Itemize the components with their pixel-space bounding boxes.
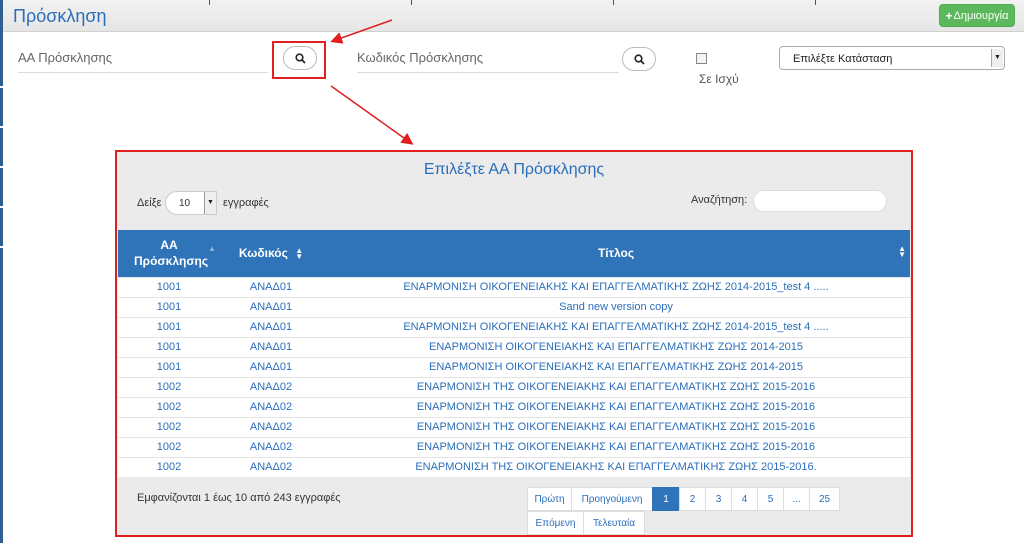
table-row[interactable]: 1001 ΑΝΑΔ01 Sand new version copy bbox=[118, 296, 910, 317]
pager-page[interactable]: 4 bbox=[731, 487, 758, 511]
table-row[interactable]: 1001 ΑΝΑΔ01 ΕΝΑΡΜΟΝΙΣΗ ΟΙΚΟΓΕΝΕΙΑΚΗΣ ΚΑΙ… bbox=[118, 276, 910, 297]
strip-mark bbox=[0, 126, 3, 128]
table-row[interactable]: 1002 ΑΝΑΔ02 ΕΝΑΡΜΟΝΙΣΗ ΤΗΣ ΟΙΚΟΓΕΝΕΙΑΚΗΣ… bbox=[118, 456, 910, 477]
pager-page[interactable]: 5 bbox=[757, 487, 784, 511]
cell-aa: 1001 bbox=[118, 316, 220, 337]
page-length-select[interactable]: 10 ▼ bbox=[165, 191, 217, 215]
pager-next[interactable]: Επόμενη bbox=[527, 511, 584, 535]
cell-title: ΕΝΑΡΜΟΝΙΣΗ ΤΗΣ ΟΙΚΟΓΕΝΕΙΑΚΗΣ ΚΑΙ ΕΠΑΓΓΕΛ… bbox=[322, 376, 910, 397]
cell-code: ΑΝΑΔ01 bbox=[220, 276, 322, 297]
table-row[interactable]: 1002 ΑΝΑΔ02 ΕΝΑΡΜΟΝΙΣΗ ΤΗΣ ΟΙΚΟΓΕΝΕΙΑΚΗΣ… bbox=[118, 436, 910, 457]
cell-code: ΑΝΑΔ01 bbox=[220, 356, 322, 377]
left-edge-strip bbox=[0, 0, 3, 543]
cell-code: ΑΝΑΔ02 bbox=[220, 456, 322, 477]
cell-title: Sand new version copy bbox=[322, 296, 910, 317]
table-search-label: Αναζήτηση: bbox=[691, 194, 748, 206]
cell-aa: 1001 bbox=[118, 336, 220, 357]
strip-mark bbox=[0, 86, 3, 88]
cell-title: ΕΝΑΡΜΟΝΙΣΗ ΤΗΣ ΟΙΚΟΓΕΝΕΙΑΚΗΣ ΚΑΙ ΕΠΑΓΓΕΛ… bbox=[322, 456, 910, 477]
table-row[interactable]: 1001 ΑΝΑΔ01 ΕΝΑΡΜΟΝΙΣΗ ΟΙΚΟΓΕΝΕΙΑΚΗΣ ΚΑΙ… bbox=[118, 336, 910, 357]
cell-code: ΑΝΑΔ02 bbox=[220, 416, 322, 437]
column-header-title[interactable]: Τίτλος ▲ ▼ bbox=[322, 230, 910, 277]
page-title: Πρόσκληση bbox=[13, 6, 107, 26]
show-label: Δείξε bbox=[137, 197, 162, 209]
table-row[interactable]: 1001 ΑΝΑΔ01 ΕΝΑΡΜΟΝΙΣΗ ΟΙΚΟΓΕΝΕΙΑΚΗΣ ΚΑΙ… bbox=[118, 316, 910, 337]
cell-code: ΑΝΑΔ01 bbox=[220, 316, 322, 337]
sort-icon: ▲ ▼ bbox=[898, 244, 906, 259]
table-row[interactable]: 1002 ΑΝΑΔ02 ΕΝΑΡΜΟΝΙΣΗ ΤΗΣ ΟΙΚΟΓΕΝΕΙΑΚΗΣ… bbox=[118, 396, 910, 417]
cell-code: ΑΝΑΔ01 bbox=[220, 296, 322, 317]
chevron-down-icon[interactable]: ▼ bbox=[204, 192, 216, 214]
status-select[interactable]: Επιλέξτε Κατάσταση ▼ bbox=[779, 46, 1005, 70]
cell-title: ΕΝΑΡΜΟΝΙΣΗ ΟΙΚΟΓΕΝΕΙΑΚΗΣ ΚΑΙ ΕΠΑΓΓΕΛΜΑΤΙ… bbox=[322, 316, 910, 337]
table-info: Εμφανίζονται 1 έως 10 από 243 εγγραφές bbox=[137, 492, 341, 504]
cell-aa: 1002 bbox=[118, 416, 220, 437]
chevron-down-icon[interactable]: ▼ bbox=[991, 49, 1003, 67]
modal-title: Επιλέξτε ΑΑ Πρόσκλησης bbox=[423, 161, 605, 178]
cell-code: ΑΝΑΔ02 bbox=[220, 376, 322, 397]
column-header-aa[interactable]: ΑΑ Πρόσκλησης ▲ bbox=[118, 230, 220, 277]
pager-page[interactable]: 1 bbox=[652, 487, 680, 511]
status-select-value: Επιλέξτε Κατάσταση bbox=[793, 53, 893, 65]
pager-page[interactable]: 25 bbox=[809, 487, 840, 511]
search-icon bbox=[633, 53, 645, 65]
cell-aa: 1002 bbox=[118, 436, 220, 457]
in-force-label: Σε Ισχύ bbox=[699, 72, 739, 86]
column-header-code-label: Κωδικός bbox=[238, 246, 288, 261]
highlight-box-search bbox=[272, 41, 326, 79]
cell-aa: 1002 bbox=[118, 456, 220, 477]
column-header-code[interactable]: Κωδικός ▲ ▼ bbox=[220, 230, 322, 277]
pager-ellipsis: ... bbox=[783, 487, 810, 511]
aa-field-label: ΑΑ Πρόσκλησης bbox=[18, 50, 113, 65]
cell-title: ΕΝΑΡΜΟΝΙΣΗ ΤΗΣ ΟΙΚΟΓΕΝΕΙΑΚΗΣ ΚΑΙ ΕΠΑΓΓΕΛ… bbox=[322, 436, 910, 457]
cell-code: ΑΝΑΔ02 bbox=[220, 436, 322, 457]
select-call-modal: Επιλέξτε ΑΑ Πρόσκλησης Δείξε 10 ▼ εγγραφ… bbox=[115, 150, 913, 537]
cell-title: ΕΝΑΡΜΟΝΙΣΗ ΤΗΣ ΟΙΚΟΓΕΝΕΙΑΚΗΣ ΚΑΙ ΕΠΑΓΓΕΛ… bbox=[322, 416, 910, 437]
column-header-title-label: Τίτλος bbox=[597, 246, 635, 261]
create-button[interactable]: + Δημιουργία bbox=[939, 4, 1015, 27]
column-header-aa-label: ΑΑ Πρόσκλησης bbox=[134, 238, 209, 269]
results-table: ΑΑ Πρόσκλησης ▲ Κωδικός ▲ ▼ Τίτλος ▲ ▼ 100… bbox=[118, 230, 910, 477]
code-field-label: Κωδικός Πρόσκλησης bbox=[357, 50, 484, 65]
create-button-label: Δημιουργία bbox=[953, 9, 1009, 22]
cell-aa: 1001 bbox=[118, 296, 220, 317]
table-row[interactable]: 1002 ΑΝΑΔ02 ΕΝΑΡΜΟΝΙΣΗ ΤΗΣ ΟΙΚΟΓΕΝΕΙΑΚΗΣ… bbox=[118, 416, 910, 437]
cell-aa: 1002 bbox=[118, 376, 220, 397]
page-header: Πρόσκληση + Δημιουργία bbox=[3, 0, 1024, 32]
table-search-input[interactable] bbox=[753, 190, 887, 212]
cell-title: ΕΝΑΡΜΟΝΙΣΗ ΟΙΚΟΓΕΝΕΙΑΚΗΣ ΚΑΙ ΕΠΑΓΓΕΛΜΑΤΙ… bbox=[322, 356, 910, 377]
plus-icon: + bbox=[945, 8, 953, 23]
pager-last[interactable]: Τελευταία bbox=[583, 511, 645, 535]
table-row[interactable]: 1001 ΑΝΑΔ01 ΕΝΑΡΜΟΝΙΣΗ ΟΙΚΟΓΕΝΕΙΑΚΗΣ ΚΑΙ… bbox=[118, 356, 910, 377]
strip-mark bbox=[0, 246, 3, 248]
cell-title: ΕΝΑΡΜΟΝΙΣΗ ΤΗΣ ΟΙΚΟΓΕΝΕΙΑΚΗΣ ΚΑΙ ΕΠΑΓΓΕΛ… bbox=[322, 396, 910, 417]
sort-asc-icon: ▲ bbox=[208, 244, 216, 253]
pagination-row-2: Επόμενη Τελευταία bbox=[527, 511, 645, 535]
arrow-to-modal bbox=[330, 85, 414, 145]
cell-aa: 1001 bbox=[118, 356, 220, 377]
cell-code: ΑΝΑΔ01 bbox=[220, 336, 322, 357]
cell-title: ΕΝΑΡΜΟΝΙΣΗ ΟΙΚΟΓΕΝΕΙΑΚΗΣ ΚΑΙ ΕΠΑΓΓΕΛΜΑΤΙ… bbox=[322, 276, 910, 297]
pagination: Πρώτη Προηγούμενη 1 2 3 4 5 ... 25 bbox=[527, 487, 840, 511]
pager-page[interactable]: 2 bbox=[679, 487, 706, 511]
strip-mark bbox=[0, 206, 3, 208]
page-length-value: 10 bbox=[179, 198, 191, 209]
table-row[interactable]: 1002 ΑΝΑΔ02 ΕΝΑΡΜΟΝΙΣΗ ΤΗΣ ΟΙΚΟΓΕΝΕΙΑΚΗΣ… bbox=[118, 376, 910, 397]
aa-field-underline[interactable] bbox=[18, 72, 268, 73]
strip-mark bbox=[0, 166, 3, 168]
cell-aa: 1002 bbox=[118, 396, 220, 417]
sort-icon: ▲ ▼ bbox=[295, 246, 304, 262]
pager-page[interactable]: 3 bbox=[705, 487, 732, 511]
code-search-button[interactable] bbox=[622, 47, 656, 71]
cell-aa: 1001 bbox=[118, 276, 220, 297]
cell-code: ΑΝΑΔ02 bbox=[220, 396, 322, 417]
pager-first[interactable]: Πρώτη bbox=[527, 487, 572, 511]
code-field-underline[interactable] bbox=[357, 72, 619, 73]
cell-title: ΕΝΑΡΜΟΝΙΣΗ ΟΙΚΟΓΕΝΕΙΑΚΗΣ ΚΑΙ ΕΠΑΓΓΕΛΜΑΤΙ… bbox=[322, 336, 910, 357]
pager-previous[interactable]: Προηγούμενη bbox=[571, 487, 653, 511]
in-force-checkbox[interactable] bbox=[696, 53, 707, 64]
records-label: εγγραφές bbox=[223, 197, 269, 209]
